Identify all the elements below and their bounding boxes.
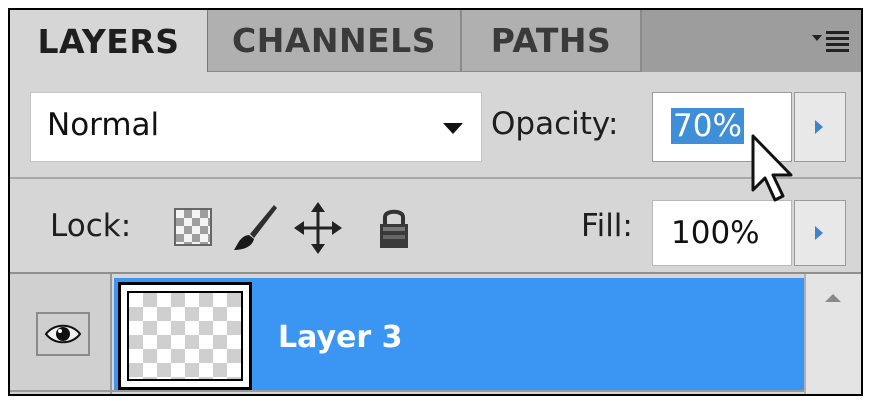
layers-list: Layer 3 [10, 272, 861, 394]
tab-layers[interactable]: LAYERS [10, 10, 208, 72]
layers-panel: LAYERS CHANNELS PATHS Normal Opacity: 70… [8, 8, 863, 396]
eye-icon [44, 324, 82, 344]
lock-all-icon[interactable] [376, 206, 412, 250]
blend-mode-value: Normal [47, 107, 160, 143]
fill-value: 100% [671, 215, 760, 251]
opacity-label: Opacity: [491, 106, 619, 142]
panel-menu-icon[interactable] [811, 28, 851, 54]
fill-label: Fill: [581, 208, 633, 244]
scroll-up-icon[interactable] [825, 294, 841, 302]
blend-mode-dropdown[interactable]: Normal [30, 92, 482, 162]
lock-transparent-pixels-icon[interactable] [174, 208, 212, 246]
lock-image-pixels-icon[interactable] [230, 202, 280, 254]
layer-visibility-toggle[interactable] [36, 312, 90, 356]
row-divider [10, 390, 804, 392]
mouse-pointer-icon [751, 134, 793, 202]
divider [10, 177, 861, 179]
lock-position-icon[interactable] [294, 202, 342, 254]
chevron-right-icon [815, 226, 823, 240]
tab-paths[interactable]: PATHS [462, 10, 642, 72]
transparency-checkerboard [127, 291, 243, 381]
tab-bar: LAYERS CHANNELS PATHS [10, 10, 861, 72]
chevron-down-icon [443, 123, 463, 134]
opacity-value: 70% [671, 108, 744, 144]
tab-channels[interactable]: CHANNELS [208, 10, 462, 72]
chevron-right-icon [815, 120, 823, 134]
lock-label: Lock: [50, 208, 132, 244]
layer-name[interactable]: Layer 3 [278, 320, 402, 355]
layers-scrollbar[interactable] [804, 274, 861, 394]
layer-thumbnail [118, 282, 252, 390]
visibility-column [10, 274, 112, 394]
